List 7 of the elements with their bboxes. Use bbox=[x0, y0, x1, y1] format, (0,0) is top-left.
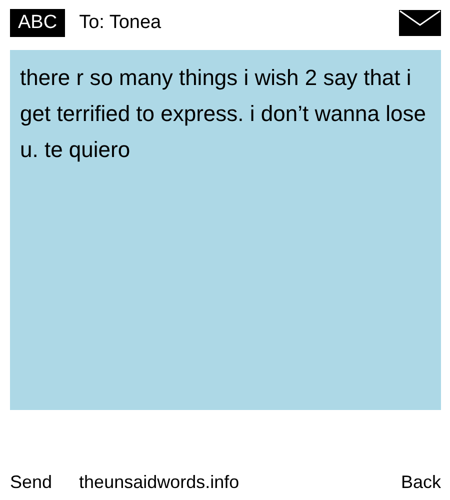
site-link[interactable]: theunsaidwords.info bbox=[79, 472, 401, 492]
envelope-icon bbox=[399, 10, 441, 36]
back-button[interactable]: Back bbox=[400, 472, 441, 492]
send-button[interactable]: Send bbox=[10, 472, 52, 492]
recipient-label: To: Tonea bbox=[79, 12, 162, 34]
input-mode-badge: ABC bbox=[10, 9, 66, 37]
message-text: there r so many things i wish 2 say that i get terrified to express. i don’t wanna lose u. te quiero bbox=[20, 64, 428, 164]
